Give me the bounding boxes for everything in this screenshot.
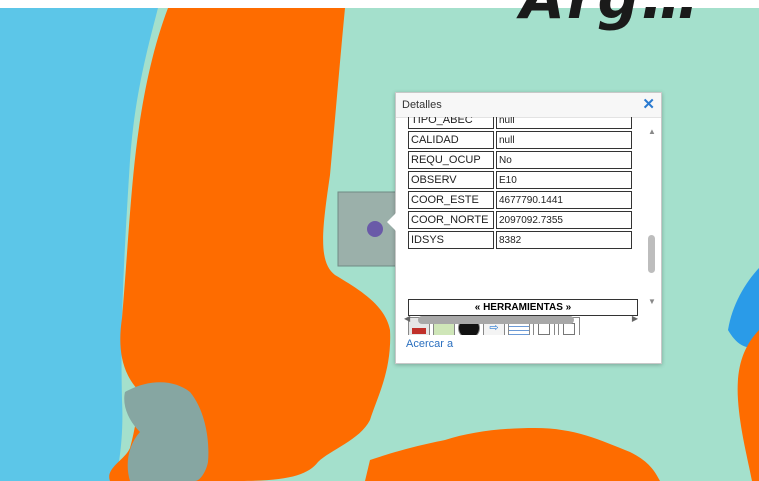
attribute-value: 8382 [496,231,632,249]
table-row: REQU_OCUP No [408,151,632,169]
attribute-value: null [496,117,632,129]
details-popup: Detalles ✕ TIPO_ABEC null CALIDAD null REQU_… [387,92,662,364]
close-icon[interactable]: ✕ [642,95,655,113]
popup-header: Detalles ✕ [396,93,661,118]
watermark-logo: Arg… [520,0,701,32]
popup-pointer [387,213,396,231]
attribute-key: COOR_ESTE [408,191,494,209]
horizontal-scroll-thumb[interactable] [418,316,574,324]
attribute-key: OBSERV [408,171,494,189]
attribute-value: null [496,131,632,149]
scroll-up-arrow-icon[interactable]: ▲ [648,127,656,136]
scroll-down-arrow-icon[interactable]: ▼ [648,297,656,306]
table-row: COOR_NORTE 2097092.7355 [408,211,632,229]
table-row: OBSERV E10 [408,171,632,189]
vertical-scroll-thumb[interactable] [648,235,655,273]
attribute-value: E10 [496,171,632,189]
attribute-key: COOR_NORTE [408,211,494,229]
table-row: IDSYS 8382 [408,231,632,249]
scroll-right-arrow-icon[interactable]: ▶ [632,314,638,323]
attribute-key: TIPO_ABEC [408,117,494,129]
table-row: TIPO_ABEC null [408,117,632,129]
attribute-key: CALIDAD [408,131,494,149]
scroll-left-arrow-icon[interactable]: ◀ [404,314,410,323]
zoom-to-link[interactable]: Acercar a [406,338,453,350]
table-row: COOR_ESTE 4677790.1441 [408,191,632,209]
attribute-value: No [496,151,632,169]
popup-content[interactable]: TIPO_ABEC null CALIDAD null REQU_OCUP No OBSER… [406,117,646,335]
attribute-value: 2097092.7355 [496,211,632,229]
table-row: CALIDAD null [408,131,632,149]
attribute-value: 4677790.1441 [496,191,632,209]
vertical-scrollbar[interactable]: ▲ ▼ [646,123,657,333]
location-marker[interactable] [367,221,383,237]
attribute-key: IDSYS [408,231,494,249]
popup-title: Detalles [402,99,442,111]
horizontal-scrollbar[interactable]: ◀ ▶ [404,314,638,325]
attributes-table: TIPO_ABEC null CALIDAD null REQU_OCUP No OBSER… [406,117,634,251]
attribute-key: REQU_OCUP [408,151,494,169]
tools-header: « HERRAMIENTAS » [408,299,638,316]
